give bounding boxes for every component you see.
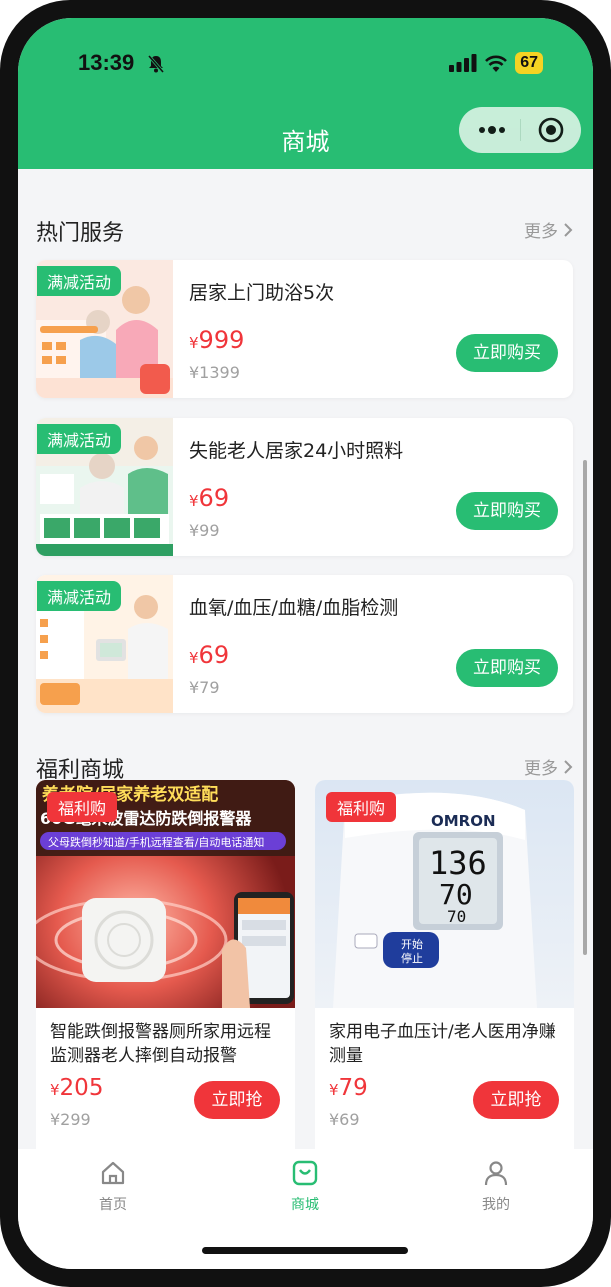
welfare-tag: 福利购 xyxy=(47,792,118,822)
product-price: ¥79 xyxy=(329,1075,368,1101)
battery-indicator: 67 xyxy=(515,52,543,74)
tab-home[interactable]: 首页 xyxy=(53,1159,173,1214)
home-icon xyxy=(101,1161,125,1185)
device-reading-pulse: 70 xyxy=(447,907,466,926)
more-label: 更多 xyxy=(524,222,558,242)
signal-icon xyxy=(449,54,477,72)
scrollbar[interactable] xyxy=(583,460,587,955)
product-card[interactable]: OMRON 136 70 70 开始 停止 福利购 家用电子血压计/老人医用净赚… xyxy=(315,780,574,1149)
home-indicator[interactable] xyxy=(202,1247,408,1254)
more-link[interactable]: 更多 xyxy=(524,217,574,242)
buy-now-button[interactable]: 立即购买 xyxy=(456,649,558,687)
tab-label: 商城 xyxy=(291,1197,319,1213)
capsule-divider xyxy=(520,119,521,141)
service-card[interactable]: 满减活动 血氧/血压/血糖/血脂检测 ¥69 ¥79 立即购买 xyxy=(36,575,573,713)
header: 13:39 67 商城 xyxy=(18,18,593,169)
user-icon xyxy=(484,1161,508,1186)
grab-now-button[interactable]: 立即抢 xyxy=(194,1081,280,1119)
promo-tag: 满减活动 xyxy=(37,424,122,454)
buy-now-button[interactable]: 立即购买 xyxy=(456,492,558,530)
product-card[interactable]: 养老院/居家养老双适配 60G毫米波雷达防跌倒报警器 父母跌倒秒知道/手机远程查… xyxy=(36,780,295,1149)
device-brand: OMRON xyxy=(431,812,496,830)
service-card[interactable]: 满减活动 失能老人居家24小时照料 ¥69 ¥99 立即购买 xyxy=(36,418,573,556)
chevron-right-icon xyxy=(564,222,573,237)
service-original-price: ¥99 xyxy=(189,521,220,540)
mini-program-capsule xyxy=(459,107,581,153)
hot-services-header: 热门服务 更多 xyxy=(36,209,574,249)
tab-label: 首页 xyxy=(99,1197,127,1213)
service-original-price: ¥79 xyxy=(189,678,220,697)
tab-bar: 首页 商城 我的 xyxy=(18,1149,593,1269)
status-icons: 67 xyxy=(449,52,543,74)
image-caption: 父母跌倒秒知道/手机远程查看/自动电话通知 xyxy=(48,835,264,849)
tab-mine[interactable]: 我的 xyxy=(436,1159,556,1214)
chevron-right-icon xyxy=(564,759,573,774)
promo-tag: 满减活动 xyxy=(37,266,122,296)
service-original-price: ¥1399 xyxy=(189,363,240,382)
buy-now-button[interactable]: 立即购买 xyxy=(456,334,558,372)
service-name: 居家上门助浴5次 xyxy=(189,282,335,304)
welfare-tag: 福利购 xyxy=(326,792,397,822)
service-name: 血氧/血压/血糖/血脂检测 xyxy=(189,597,399,619)
more-label: 更多 xyxy=(524,759,558,779)
product-name: 家用电子血压计/老人医用净赚测量 xyxy=(329,1022,556,1066)
tab-mall[interactable]: 商城 xyxy=(245,1159,365,1214)
product-original-price: ¥299 xyxy=(50,1110,91,1129)
service-card[interactable]: 满减活动 居家上门助浴5次 ¥999 ¥1399 立即购买 xyxy=(36,260,573,398)
device-reading-systolic: 136 xyxy=(429,844,487,882)
service-price: ¥999 xyxy=(189,326,245,354)
more-dots-icon[interactable] xyxy=(477,118,507,142)
shopping-bag-icon xyxy=(292,1160,318,1186)
content-scroll[interactable]: 热门服务 更多 满减活动 居家上门助浴5次 ¥999 ¥1399 立即购买 满减… xyxy=(18,169,593,1149)
product-name: 智能跌倒报警器厕所家用远程监测器老人摔倒自动报警 xyxy=(50,1022,271,1066)
more-link[interactable]: 更多 xyxy=(524,754,574,779)
device-stop-label: 停止 xyxy=(401,951,423,965)
status-time: 13:39 xyxy=(78,50,135,75)
phone-frame: 13:39 67 商城 热门服务 更多 满减活动 居家上门助浴5次 ¥999 ¥… xyxy=(0,0,611,1287)
service-price: ¥69 xyxy=(189,484,230,512)
service-name: 失能老人居家24小时照料 xyxy=(189,440,404,462)
wifi-icon xyxy=(485,55,508,72)
section-title: 热门服务 xyxy=(36,221,125,246)
product-price: ¥205 xyxy=(50,1075,104,1101)
promo-tag: 满减活动 xyxy=(37,581,122,611)
tab-label: 我的 xyxy=(482,1197,510,1213)
service-price: ¥69 xyxy=(189,641,230,669)
grab-now-button[interactable]: 立即抢 xyxy=(473,1081,559,1119)
screen: 13:39 67 商城 热门服务 更多 满减活动 居家上门助浴5次 ¥999 ¥… xyxy=(18,18,593,1269)
close-target-icon[interactable] xyxy=(537,116,565,144)
bell-muted-icon xyxy=(147,55,165,73)
device-start-label: 开始 xyxy=(401,937,423,951)
product-original-price: ¥69 xyxy=(329,1110,360,1129)
